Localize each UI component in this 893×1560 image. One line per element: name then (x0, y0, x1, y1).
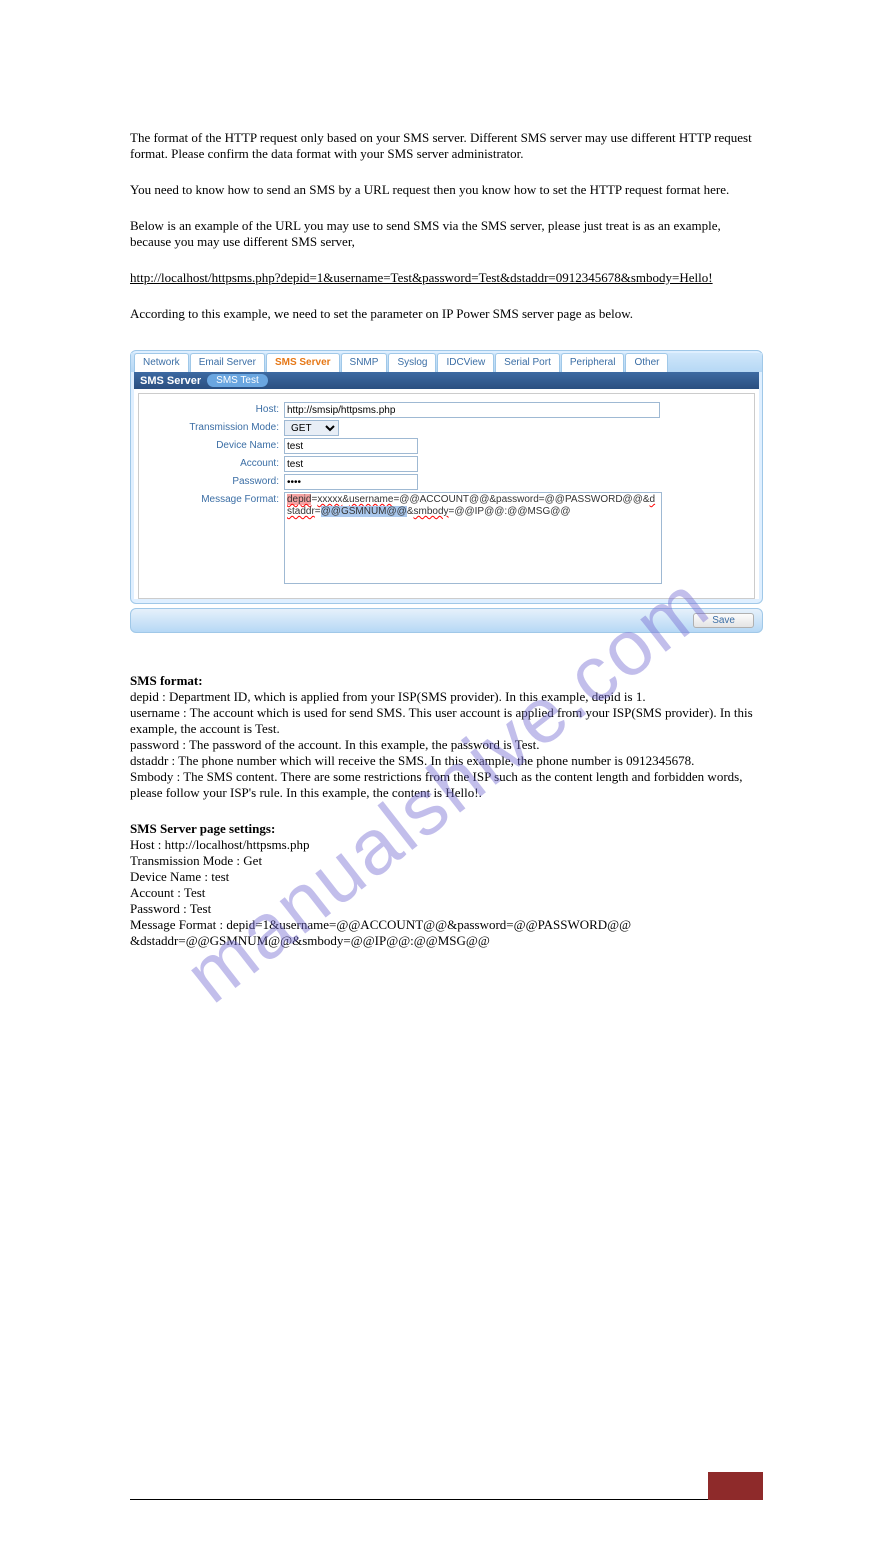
tab-peripheral[interactable]: Peripheral (561, 353, 625, 372)
tab-syslog[interactable]: Syslog (388, 353, 436, 372)
tab-other[interactable]: Other (625, 353, 668, 372)
tab-label: IDCView (446, 357, 485, 368)
document-page: manualshive.com The format of the HTTP r… (0, 0, 893, 1560)
tab-serial-port[interactable]: Serial Port (495, 353, 560, 372)
desc-depid: depid : Department ID, which is applied … (130, 689, 763, 705)
label-transmission-mode: Transmission Mode: (149, 420, 284, 433)
setting-device: Device Name : test (130, 869, 763, 885)
setting-host: Host : http://localhost/httpsms.php (130, 837, 763, 853)
tab-sms-server[interactable]: SMS Server (266, 353, 340, 372)
footer-bar: Save (130, 608, 763, 633)
tab-label: Syslog (397, 357, 427, 368)
desc-dstaddr: dstaddr : The phone number which will re… (130, 753, 763, 769)
paragraph-intro3: Below is an example of the URL you may u… (130, 218, 763, 250)
tab-idcview[interactable]: IDCView (437, 353, 494, 372)
paragraph-intro2: You need to know how to send an SMS by a… (130, 182, 763, 198)
tab-label: Email Server (199, 357, 256, 368)
label-device-name: Device Name: (149, 438, 284, 451)
desc-username: username : The account which is used for… (130, 705, 763, 737)
url-example: http://localhost/httpsms.php?depid=1&use… (130, 270, 763, 286)
form-area: Host: Transmission Mode: GET Device Name… (138, 393, 755, 599)
paragraph-intro1: The format of the HTTP request only base… (130, 130, 763, 162)
tab-label: SMS Server (275, 357, 331, 368)
tab-label: Serial Port (504, 357, 551, 368)
tab-email-server[interactable]: Email Server (190, 353, 265, 372)
device-name-input[interactable] (284, 438, 418, 454)
tab-label: Network (143, 357, 180, 368)
tab-label: Other (634, 357, 659, 368)
desc-password: password : The password of the account. … (130, 737, 763, 753)
transmission-mode-select[interactable]: GET (284, 420, 339, 436)
account-input[interactable] (284, 456, 418, 472)
paragraph-intro4: According to this example, we need to se… (130, 306, 763, 322)
setting-msgfmt: Message Format : depid=1&username=@@ACCO… (130, 917, 763, 949)
section-title: SMS Server (140, 375, 201, 387)
desc-smbody: Smbody : The SMS content. There are some… (130, 769, 763, 801)
label-host: Host: (149, 402, 284, 415)
setting-account: Account : Test (130, 885, 763, 901)
tab-network[interactable]: Network (134, 353, 189, 372)
config-panel: Network Email Server SMS Server SNMP Sys… (130, 350, 763, 604)
setting-password: Password : Test (130, 901, 763, 917)
password-input[interactable] (284, 474, 418, 490)
save-button[interactable]: Save (693, 613, 754, 628)
section-header: SMS Server SMS Test (134, 372, 759, 389)
host-input[interactable] (284, 402, 660, 418)
tab-label: Peripheral (570, 357, 616, 368)
tab-label: SNMP (350, 357, 379, 368)
heading-settings: SMS Server page settings: (130, 821, 763, 837)
message-format-textarea[interactable]: depid=xxxxx&username=@@ACCOUNT@@&passwor… (284, 492, 662, 584)
setting-mode: Transmission Mode : Get (130, 853, 763, 869)
heading-sms-format: SMS format: (130, 673, 763, 689)
label-message-format: Message Format: (149, 492, 284, 505)
panel-body: SMS Server SMS Test Host: Transmission M… (134, 372, 759, 599)
tab-snmp[interactable]: SNMP (341, 353, 388, 372)
tab-bar: Network Email Server SMS Server SNMP Sys… (131, 353, 762, 372)
sms-test-button[interactable]: SMS Test (207, 374, 268, 387)
label-account: Account: (149, 456, 284, 469)
label-password: Password: (149, 474, 284, 487)
page-number-block (708, 1472, 763, 1500)
footer-rule (130, 1499, 763, 1500)
